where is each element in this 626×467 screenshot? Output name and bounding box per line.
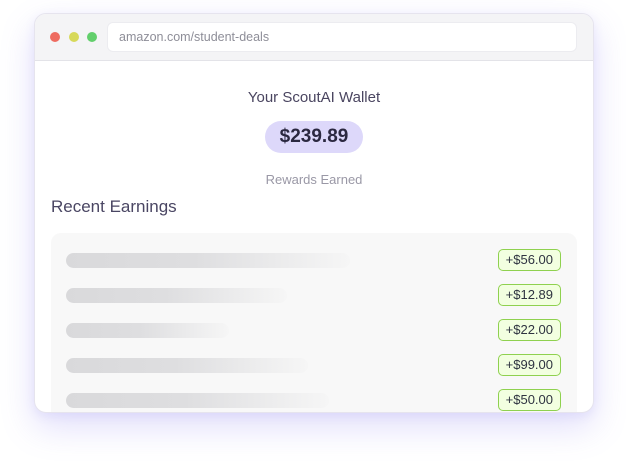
wallet-content: Your ScoutAI Wallet $239.89 Rewards Earn… <box>35 61 593 412</box>
recent-earnings-title: Recent Earnings <box>51 197 177 216</box>
earning-skeleton-bar <box>66 358 308 373</box>
balance-label: Rewards Earned <box>265 172 363 187</box>
close-window-dot[interactable] <box>50 32 60 42</box>
earning-amount-badge: +$12.89 <box>497 284 561 306</box>
earning-skeleton-bar <box>66 393 329 408</box>
address-bar-url: amazon.com/student-deals <box>119 30 270 44</box>
earning-row: +$99.00 <box>51 354 577 378</box>
earning-amount-badge: +$99.00 <box>497 354 561 376</box>
earning-amount-badge: +$56.00 <box>497 249 561 271</box>
earning-skeleton-bar <box>66 253 350 268</box>
wallet-title: Your ScoutAI Wallet <box>247 89 381 106</box>
earning-row: +$12.89 <box>51 284 577 308</box>
earning-row: +$22.00 <box>51 319 577 343</box>
browser-window: amazon.com/student-deals Your ScoutAI Wa… <box>34 13 594 413</box>
earning-row: +$56.00 <box>51 249 577 273</box>
earning-amount-badge: +$50.00 <box>497 389 561 411</box>
balance-badge: $239.89 <box>265 121 363 153</box>
earning-row: +$50.00 <box>51 389 577 412</box>
earning-amount-badge: +$22.00 <box>497 319 561 341</box>
browser-titlebar: amazon.com/student-deals <box>35 14 593 61</box>
minimize-window-dot[interactable] <box>69 32 79 42</box>
earning-skeleton-bar <box>66 323 229 338</box>
earnings-list: +$56.00 +$12.89 +$22.00 +$99.00 +$50.00 <box>51 233 577 412</box>
address-bar[interactable]: amazon.com/student-deals <box>107 22 577 52</box>
maximize-window-dot[interactable] <box>87 32 97 42</box>
earning-skeleton-bar <box>66 288 287 303</box>
